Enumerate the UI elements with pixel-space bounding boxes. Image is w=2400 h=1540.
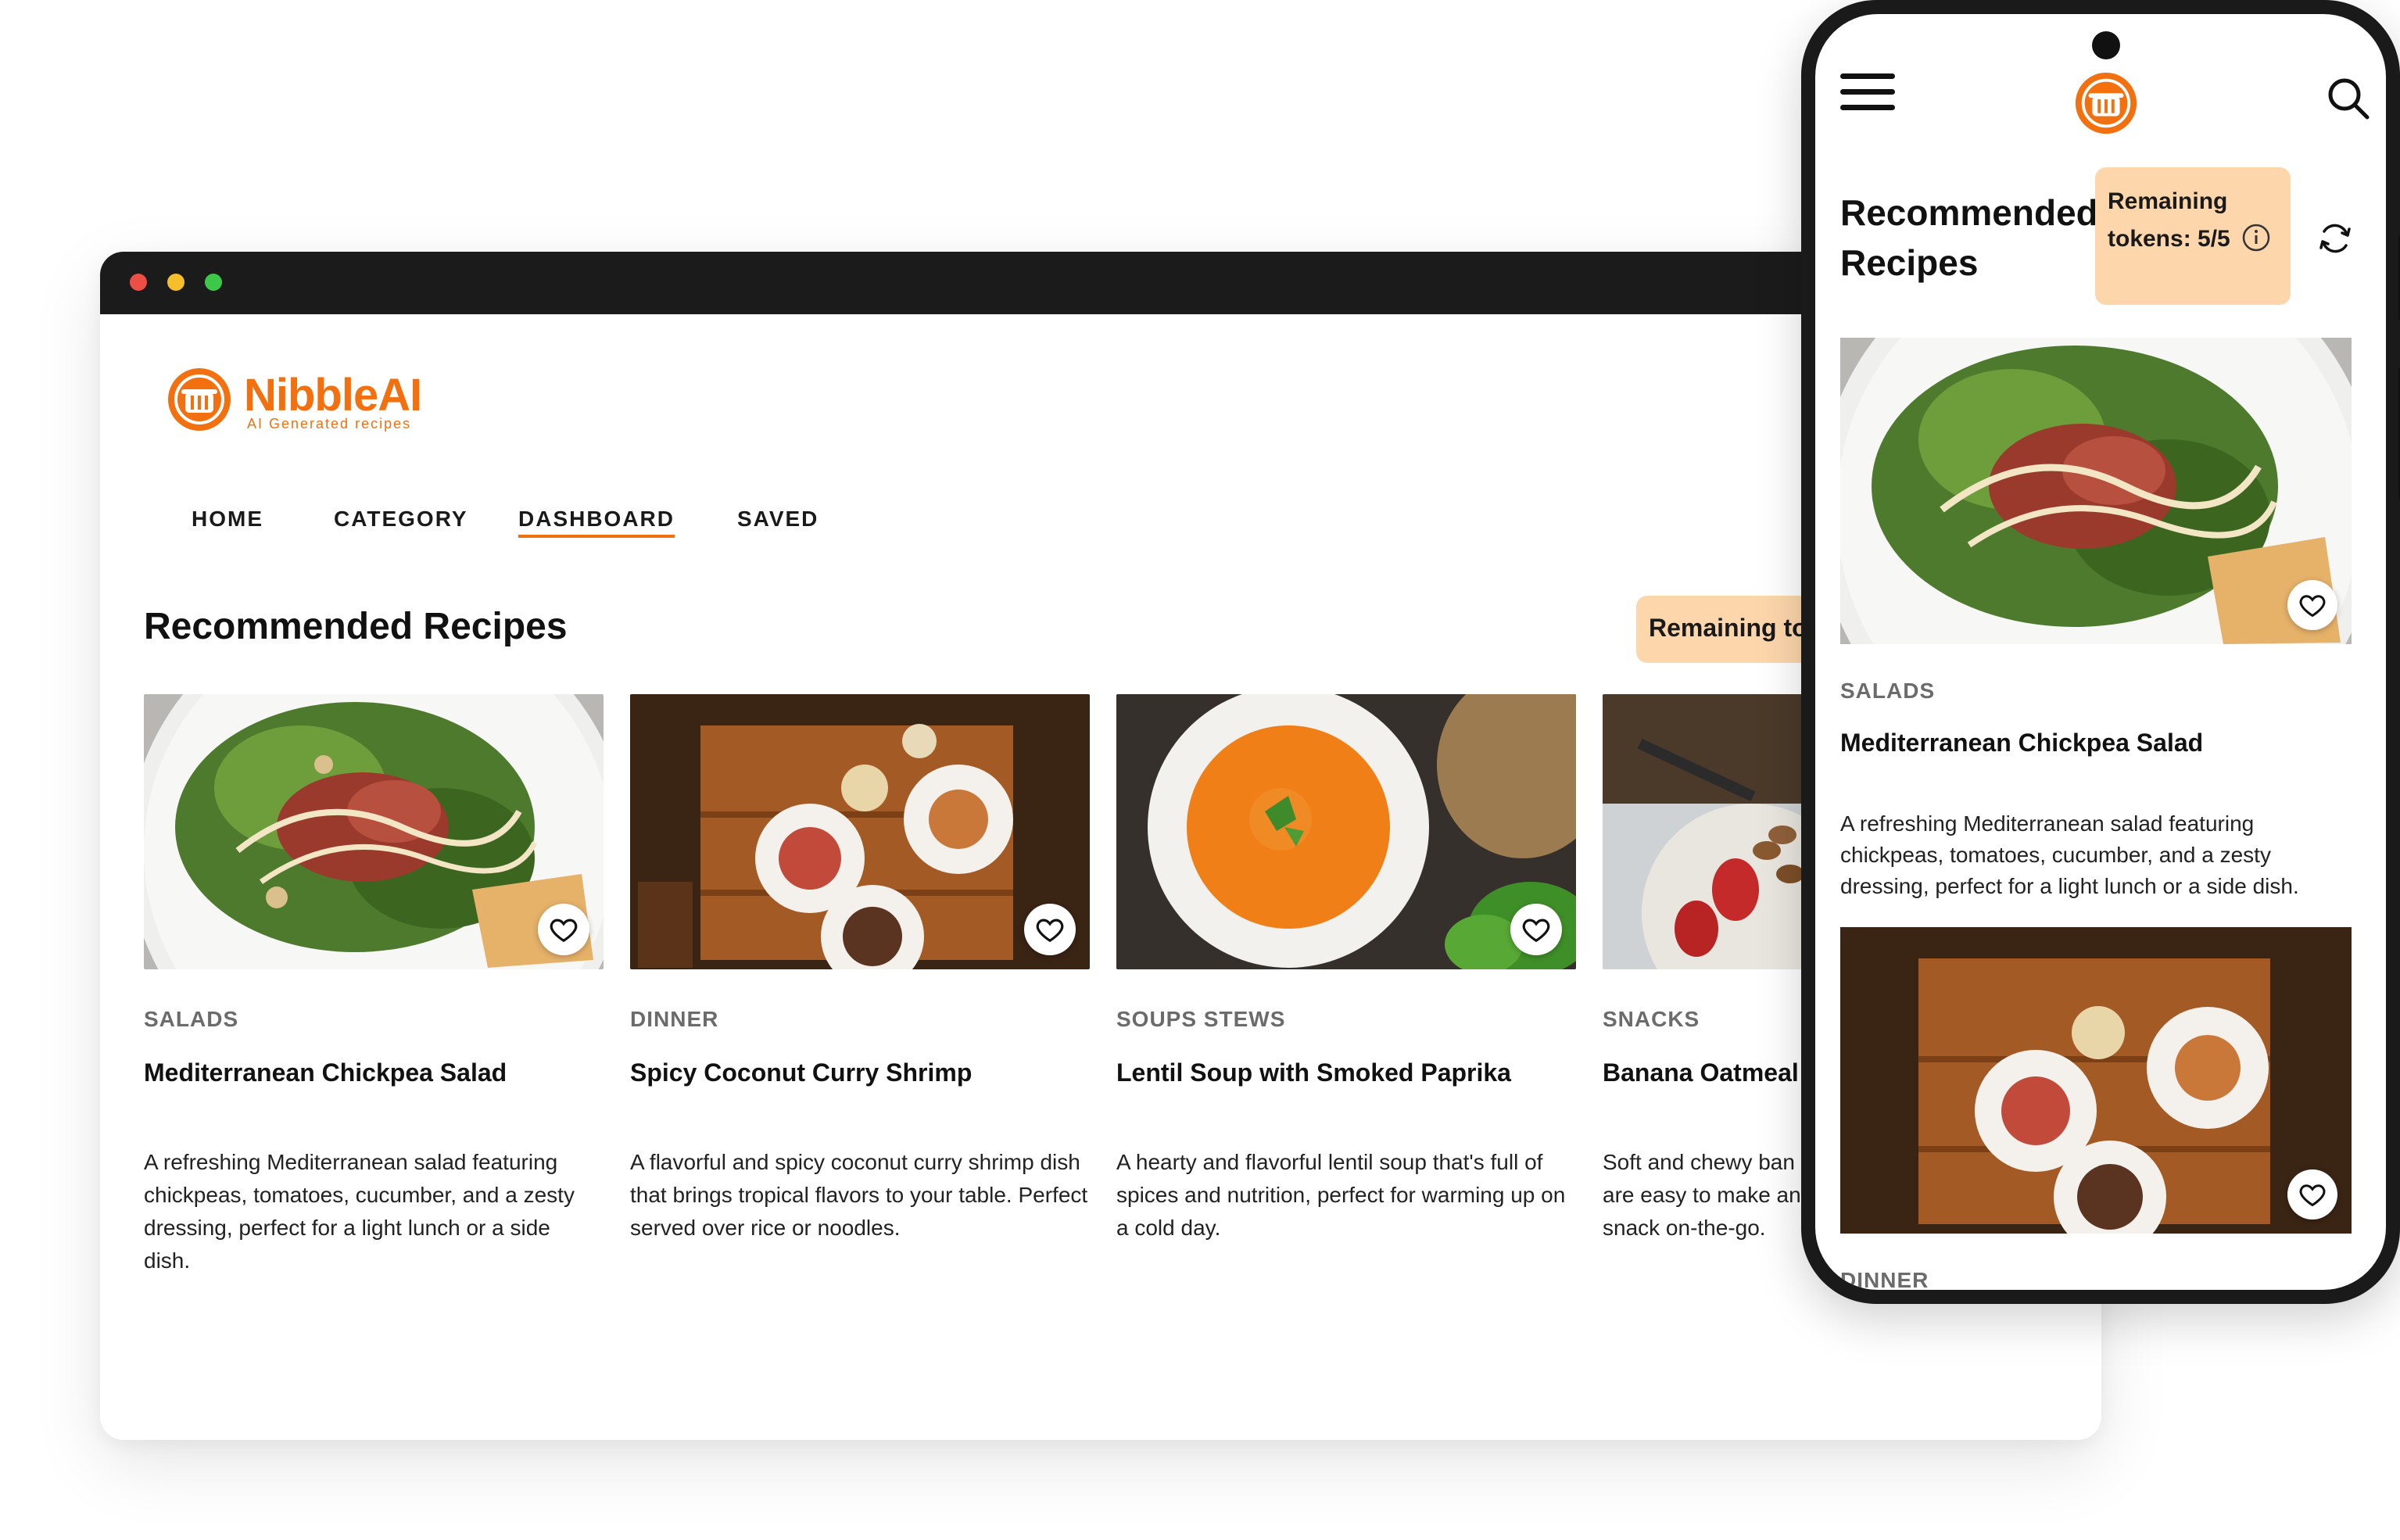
front-camera	[2092, 31, 2120, 59]
recipe-title[interactable]: Mediterranean Chickpea Salad	[144, 1058, 507, 1087]
recipe-title[interactable]: Mediterranean Chickpea Salad	[1840, 729, 2203, 757]
recipe-title[interactable]: Lentil Soup with Smoked Paprika	[1116, 1058, 1511, 1087]
chef-pot-logo-icon	[168, 368, 231, 431]
recipe-description: A flavorful and spicy coconut curry shri…	[630, 1150, 1088, 1240]
recipe-card[interactable]: SOUPS STEWS Lentil Soup with Smoked Papr…	[1116, 694, 1576, 1288]
favorite-button[interactable]	[2287, 1169, 2337, 1219]
remaining-tokens-badge: Remaining tokens: 5/5	[2095, 167, 2291, 305]
heart-icon	[2299, 595, 2326, 618]
soup-photo	[1116, 694, 1576, 969]
dinner-table-photo	[1840, 927, 2352, 1234]
recipe-card[interactable]: DINNER Spicy Coconut Curry Shrimp A flav…	[630, 694, 1090, 1288]
info-icon[interactable]	[2241, 222, 2272, 253]
remaining-tokens-label: Remaining tokens: 5/5	[2108, 188, 2230, 252]
recipe-category: DINNER	[1840, 1268, 1929, 1290]
dinner-table-photo	[630, 694, 1090, 969]
heart-icon	[1036, 919, 1064, 943]
section-title: Recommended Recipes	[1840, 192, 2098, 283]
recipe-title[interactable]: Spicy Coconut Curry Shrimp	[630, 1058, 972, 1087]
nav-item-category[interactable]: CATEGORY	[334, 507, 468, 532]
heart-icon	[1522, 919, 1550, 943]
recipe-category: SALADS	[144, 1007, 239, 1031]
recipe-category: SALADS	[1840, 679, 1936, 703]
favorite-button[interactable]	[1024, 904, 1076, 955]
refresh-icon[interactable]	[2316, 219, 2355, 258]
favorite-button[interactable]	[2287, 580, 2337, 630]
window-minimize-dot[interactable]	[167, 274, 184, 291]
recipe-category: DINNER	[630, 1007, 719, 1031]
recipe-card[interactable]: SALADS Mediterranean Chickpea Salad A re…	[144, 694, 604, 1288]
brand-name: NibbleAI	[244, 370, 422, 421]
nav-item-saved[interactable]: SAVED	[737, 507, 819, 532]
heart-icon	[2299, 1184, 2326, 1207]
brand-tagline: AI Generated recipes	[247, 416, 412, 432]
mobile-phone-frame: Recommended Recipes Remaining tokens: 5/…	[1801, 0, 2400, 1304]
nav-item-dashboard[interactable]: DASHBOARD	[518, 507, 675, 538]
heart-icon	[550, 919, 578, 943]
hamburger-menu-icon[interactable]	[1840, 73, 1895, 113]
window-close-dot[interactable]	[130, 274, 147, 291]
recipe-description: A hearty and flavorful lentil soup that'…	[1116, 1150, 1566, 1240]
recipe-description: A refreshing Mediterranean salad featuri…	[1840, 811, 2299, 898]
chef-pot-logo-icon[interactable]	[2073, 70, 2139, 136]
search-icon[interactable]	[2325, 75, 2372, 122]
recipe-category: SNACKS	[1603, 1007, 1700, 1031]
salad-photo	[1840, 338, 2352, 644]
section-title: Recommended Recipes	[144, 606, 568, 647]
favorite-button[interactable]	[538, 904, 589, 955]
recipe-description: A refreshing Mediterranean salad featuri…	[144, 1150, 575, 1273]
salad-photo	[144, 694, 604, 969]
favorite-button[interactable]	[1510, 904, 1562, 955]
recipe-title[interactable]: Banana Oatmeal	[1603, 1058, 1799, 1087]
recipe-category: SOUPS STEWS	[1116, 1007, 1286, 1031]
nav-item-home[interactable]: HOME	[192, 507, 263, 532]
window-maximize-dot[interactable]	[205, 274, 222, 291]
mobile-screen: Recommended Recipes Remaining tokens: 5/…	[1815, 14, 2386, 1290]
